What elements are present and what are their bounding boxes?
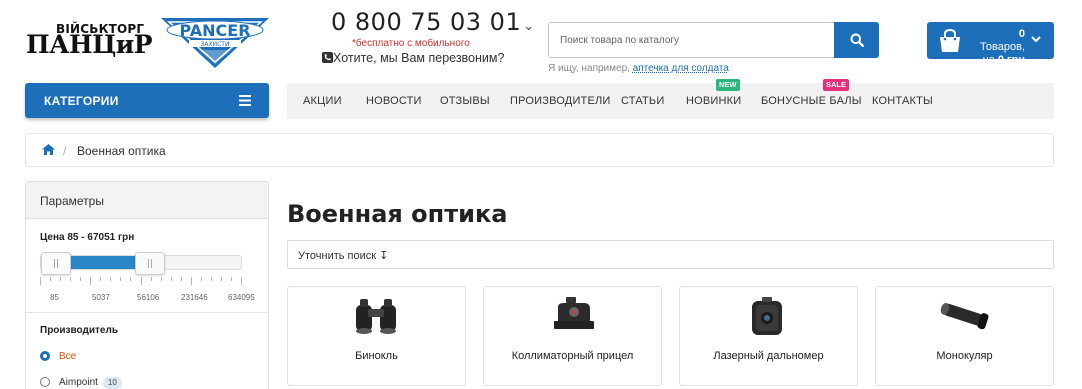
manufacturer-filter-label: Производитель [40, 325, 118, 336]
emblem-subtext: ЗАХИСТИ [201, 41, 230, 48]
home-icon[interactable] [42, 144, 55, 155]
menu-item-new-arrivals[interactable]: НОВИНКИ [686, 95, 741, 107]
price-tick-label: 5037 [92, 293, 110, 302]
subcategory-label: Бинокль [355, 350, 398, 362]
categories-button[interactable]: КАТЕГОРИИ [25, 83, 269, 118]
cart-summary: 0 Товаров, на 0 грн [972, 28, 1025, 67]
main-menu: АКЦИИ НОВОСТИ ОТЗЫВЫ ПРОИЗВОДИТЕЛИ СТАТЬ… [287, 79, 1054, 119]
refine-search-button[interactable]: Уточнить поиск ↧ [287, 240, 1054, 269]
search-icon [850, 33, 864, 47]
subcategory-label: Монокуляр [936, 350, 993, 362]
menu-item-bonus[interactable]: БОНУСНЫЕ БАЛЫ [761, 95, 862, 107]
subcategory-label: Коллиматорный прицел [511, 350, 634, 362]
categories-label: КАТЕГОРИИ [44, 94, 119, 108]
filter-panel-title: Параметры [26, 182, 268, 219]
breadcrumb-separator: / [63, 144, 67, 158]
breadcrumb-current: Военная оптика [77, 144, 166, 158]
price-slider[interactable] [40, 252, 242, 275]
binoculars-icon [356, 299, 396, 334]
price-tick-label: 231646 [181, 293, 208, 302]
site-logo[interactable]: ВІЙСЬКТОРГ ПАНЦиР PANCER ЗАХИСТИ [26, 12, 272, 70]
price-tick-label: 634095 [228, 293, 255, 302]
phone-icon [322, 52, 333, 63]
phone-text: 0 800 75 03 01 [331, 8, 522, 36]
pancer-emblem-icon: PANCER ЗАХИСТИ [161, 18, 269, 68]
cart-sum-prefix: на [982, 54, 998, 66]
hamburger-icon [239, 95, 251, 106]
cart-count: 0 [1018, 28, 1025, 40]
shopping-bag-icon [940, 28, 960, 52]
subcategory-card-binoculars[interactable]: Бинокль [287, 286, 466, 386]
manufacturer-option-aimpoint[interactable]: Aimpoint 10 [59, 377, 122, 389]
new-badge: NEW [716, 79, 740, 91]
price-filter-label: Цена 85 - 67051 грн [40, 232, 135, 243]
search-input[interactable]: Поиск товара по каталогу [560, 35, 679, 46]
price-slider-min-handle[interactable] [41, 252, 71, 275]
manufacturer-radio-aimpoint[interactable] [40, 377, 50, 387]
emblem-text: PANCER [179, 21, 250, 40]
manufacturer-radio-all[interactable] [40, 351, 50, 361]
search-hint-link[interactable]: аптечка для солдата [633, 63, 729, 74]
menu-item-contacts[interactable]: КОНТАКТЫ [872, 95, 933, 107]
cart-count-label: Товаров, [980, 41, 1025, 53]
cart-sum: 0 грн [997, 54, 1025, 66]
subcategory-card-red-dot-sight[interactable]: Коллиматорный прицел [483, 286, 662, 386]
subcategory-label: Лазерный дальномер [713, 350, 824, 362]
search-box[interactable]: Поиск товара по каталогу [548, 22, 879, 58]
search-hint: Я ищу, например, аптечка для солдата [548, 63, 729, 74]
monocular-icon [940, 302, 989, 330]
logo-line2: ПАНЦиР [26, 30, 153, 59]
sale-badge: SALE [823, 79, 850, 91]
price-tick-label: 56106 [137, 293, 160, 302]
cart-button[interactable]: 0 Товаров, на 0 грн [927, 22, 1054, 66]
menu-item-reviews[interactable]: ОТЗЫВЫ [440, 95, 490, 107]
price-slider-max-handle[interactable] [135, 252, 165, 275]
rangefinder-icon [752, 297, 782, 335]
subcategory-card-rangefinder[interactable]: Лазерный дальномер [679, 286, 858, 386]
page-title: Военная оптика [287, 200, 508, 228]
price-slider-ticks [40, 277, 242, 285]
subcategory-card-monocular[interactable]: Монокуляр [875, 286, 1054, 386]
search-hint-prefix: Я ищу, например, [548, 63, 630, 74]
manufacturer-option-label: Aimpoint [59, 377, 98, 388]
menu-item-articles[interactable]: СТАТЬИ [621, 95, 664, 107]
manufacturer-count-badge: 10 [102, 377, 122, 389]
menu-item-manufacturers[interactable]: ПРОИЗВОДИТЕЛИ [510, 95, 611, 107]
manufacturer-option-all[interactable]: Все [59, 351, 76, 362]
free-call-note: *бесплатно с мобильного [352, 38, 470, 49]
search-button[interactable] [834, 22, 879, 58]
filter-divider [26, 312, 268, 313]
chevron-down-icon [1031, 36, 1041, 43]
breadcrumb: / Военная оптика [25, 133, 1054, 167]
callback-text: Хотите, мы Вам перезвоним? [333, 51, 505, 65]
phone-number[interactable]: 0 800 75 03 01 ⌄ [331, 8, 535, 36]
menu-item-news[interactable]: НОВОСТИ [366, 95, 422, 107]
refine-search-label: Уточнить поиск ↧ [298, 250, 389, 262]
callback-link[interactable]: Хотите, мы Вам перезвоним? [322, 51, 504, 65]
filter-panel: Параметры Цена 85 - 67051 грн 85 5037 56… [25, 181, 269, 389]
chevron-down-icon[interactable]: ⌄ [523, 19, 534, 34]
menu-item-actions[interactable]: АКЦИИ [303, 95, 342, 107]
red-dot-sight-icon [554, 297, 594, 329]
price-tick-label: 85 [50, 293, 59, 302]
